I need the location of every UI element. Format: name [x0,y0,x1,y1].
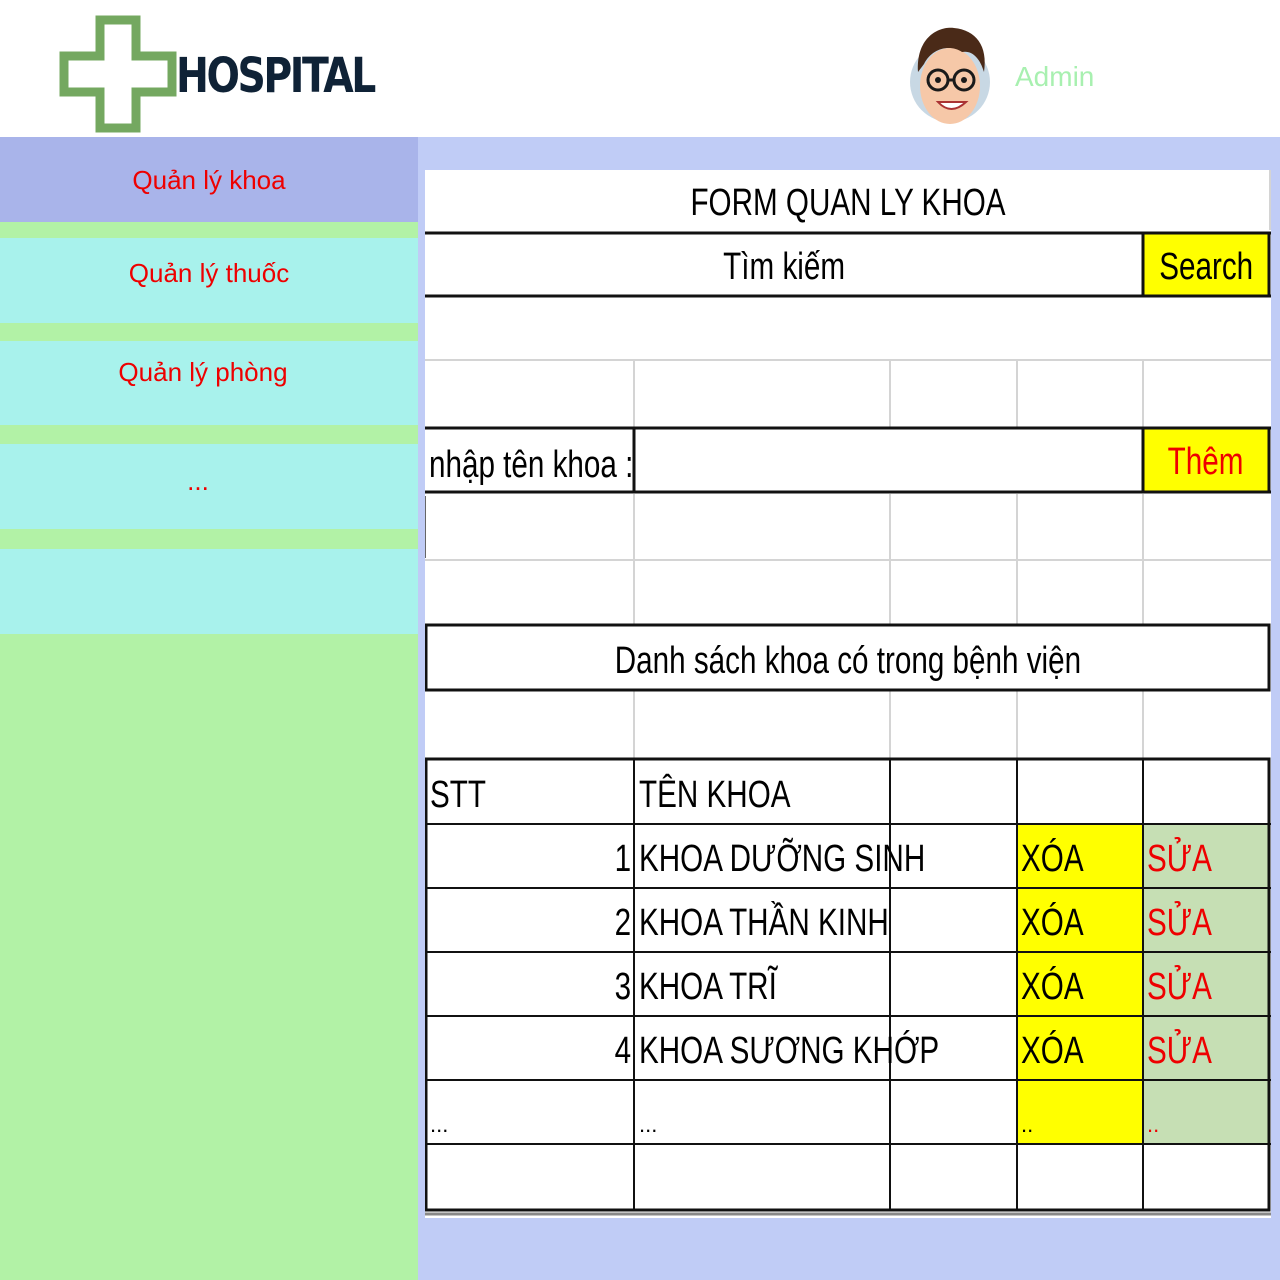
form-sheet: FORM QUAN LY KHOA Tìm kiếm Search nhập t… [425,170,1271,1218]
search-input[interactable]: Tìm kiếm [425,234,1143,294]
add-button[interactable]: Thêm [1143,429,1269,491]
delete-button[interactable]: .. [1021,1114,1033,1136]
edit-button[interactable]: .. [1147,1114,1159,1136]
column-header-name: TÊN KHOA [639,774,791,816]
row-name: KHOA SƯƠNG KHỚP [639,1030,940,1072]
sidebar-item-label: Quản lý phòng [118,357,288,387]
delete-button[interactable]: XÓA [1021,968,1101,1006]
edit-button[interactable]: SỬA [1147,904,1230,942]
sidebar-item-more[interactable]: ... [0,444,418,529]
sidebar-item-label: Quản lý khoa [132,165,286,195]
sidebar-item-quan-ly-thuoc[interactable]: Quản lý thuốc [0,238,418,323]
medical-cross-icon [56,14,180,138]
sidebar-item-empty[interactable] [0,549,418,634]
row-stt: 1 [614,838,631,880]
row-stt: 3 [614,966,631,1008]
row-stt: ... [430,1112,449,1137]
sidebar-item-label: ... [187,466,209,496]
name-input[interactable] [636,430,1141,490]
edit-button[interactable]: SỬA [1147,1032,1230,1070]
row-stt: 2 [614,902,631,944]
row-name: KHOA DƯỠNG SINH [639,838,926,880]
sidebar-item-quan-ly-phong[interactable]: Quản lý phòng [0,341,418,425]
search-button[interactable]: Search [1143,234,1269,294]
list-title: Danh sách khoa có trong bệnh viện [614,640,1082,682]
sidebar-item-quan-ly-khoa[interactable]: Quản lý khoa [0,137,418,222]
delete-button[interactable]: XÓA [1021,840,1101,878]
user-name: Admin [1015,61,1095,92]
logo-text: HOSPITAL [176,48,376,104]
row-stt: 4 [614,1030,631,1072]
delete-button[interactable]: XÓA [1021,1032,1101,1070]
edit-button[interactable]: SỬA [1147,968,1230,1006]
edit-button[interactable]: SỬA [1147,840,1230,878]
form-title: FORM QUAN LY KHOA [690,182,1006,224]
column-header-stt: STT [430,774,486,816]
row-name: KHOA TRĨ [639,966,777,1008]
user-avatar-icon[interactable] [906,22,994,130]
header: HOSPITAL Admin [0,0,1280,137]
delete-button[interactable]: XÓA [1021,904,1101,942]
row-name: ... [639,1112,658,1137]
sidebar-item-label: Quản lý thuốc [128,258,290,288]
row-name: KHOA THẦN KINH [639,902,889,944]
